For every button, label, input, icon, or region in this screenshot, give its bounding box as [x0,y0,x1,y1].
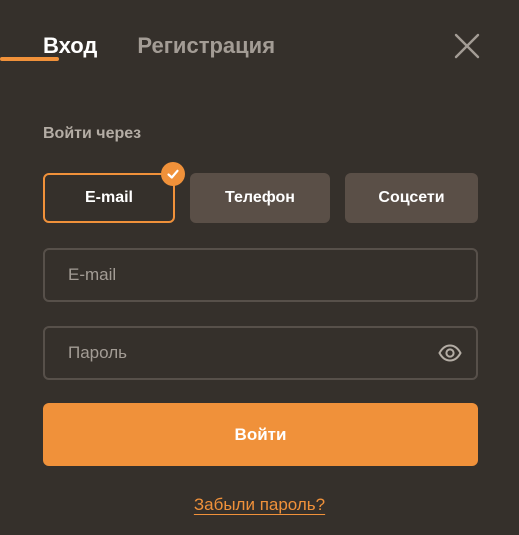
method-phone-label: Телефон [225,189,295,206]
email-input[interactable] [45,250,476,300]
forgot-password-link[interactable]: Забыли пароль? [194,495,325,514]
email-field-wrapper [43,248,478,302]
tab-register[interactable]: Регистрация [137,31,275,61]
login-submit-label: Войти [234,424,287,444]
method-social-button[interactable]: Соцсети [345,173,478,223]
show-password-toggle[interactable] [438,343,462,363]
login-modal: Вход Регистрация Войти через E-mail Теле… [0,0,519,535]
eye-icon [438,344,462,362]
auth-tabs: Вход Регистрация [43,31,275,61]
close-button[interactable] [452,31,482,61]
method-email-label: E-mail [84,189,133,206]
method-social-label: Соцсети [378,189,445,206]
login-submit-button[interactable]: Войти [43,403,478,466]
close-icon [454,33,480,59]
method-email-button[interactable]: E-mail [43,173,175,223]
method-phone-button[interactable]: Телефон [190,173,330,223]
forgot-password-container: Забыли пароль? [0,495,519,515]
password-field-wrapper [43,326,478,380]
password-input[interactable] [45,328,476,378]
selected-check-badge [161,162,185,186]
check-icon [167,169,179,179]
active-tab-indicator [0,57,59,61]
login-via-label: Войти через [43,125,142,142]
